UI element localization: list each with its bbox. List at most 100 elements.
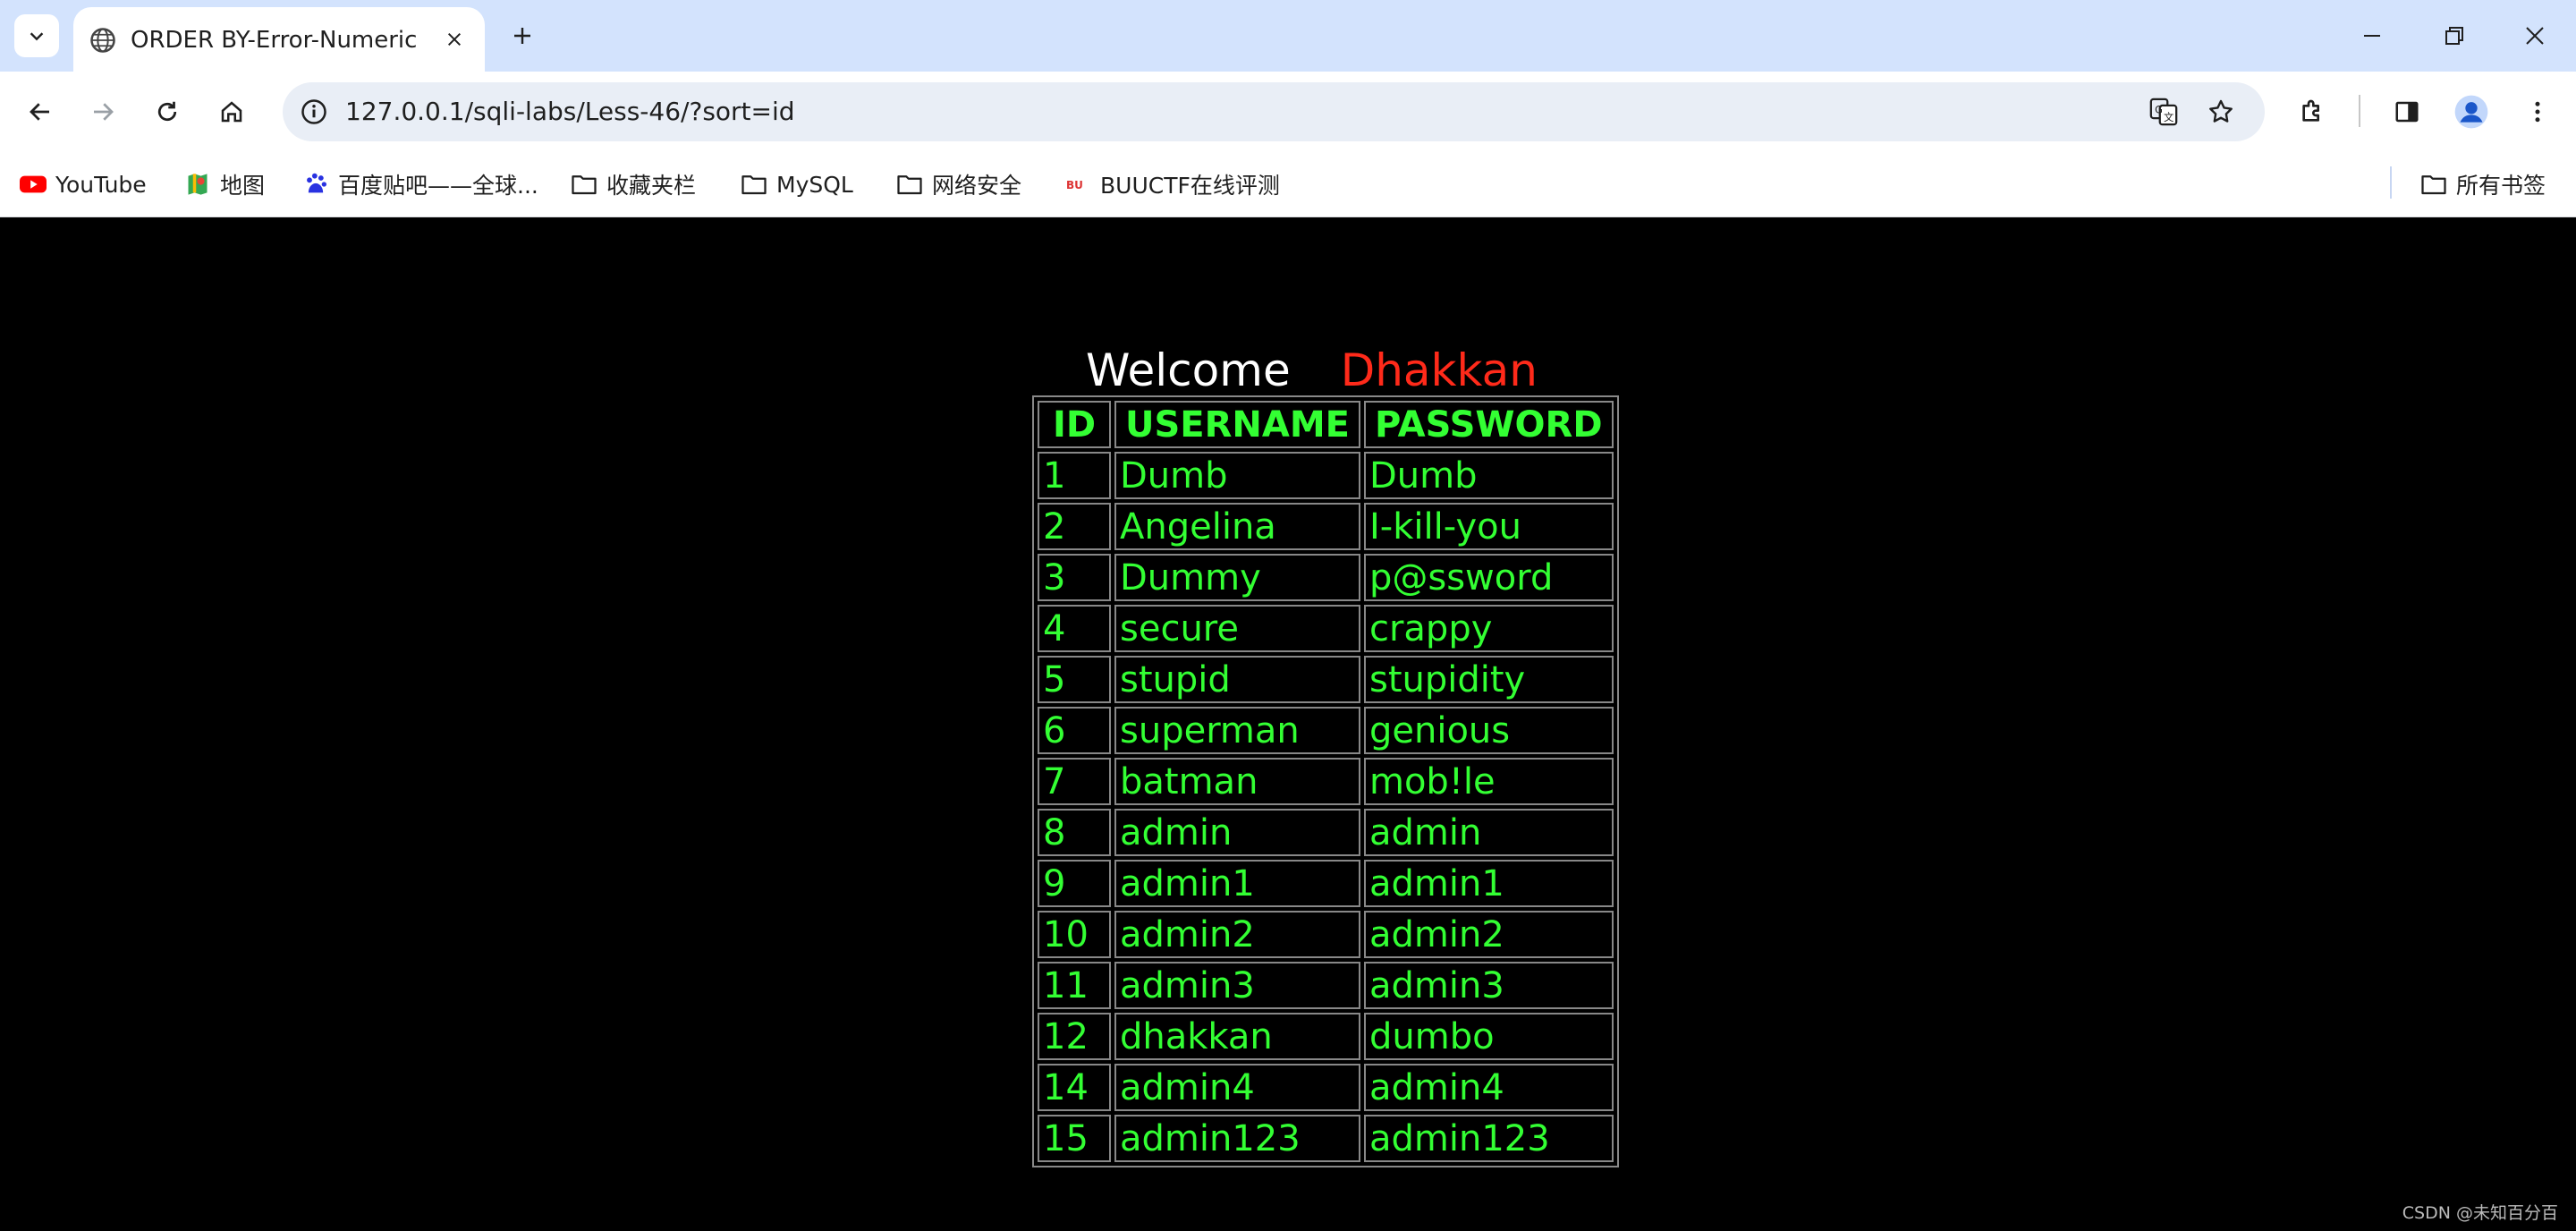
cell-id: 4 bbox=[1038, 605, 1111, 652]
cell-username: superman bbox=[1114, 707, 1360, 754]
table-row: 4 secure crappy bbox=[1038, 605, 1614, 652]
tab-strip: ORDER BY-Error-Numeric bbox=[0, 0, 2576, 72]
toolbar-divider bbox=[2359, 95, 2360, 127]
cell-password: admin bbox=[1363, 809, 1614, 856]
bookmark-label: 地图 bbox=[220, 173, 266, 199]
info-icon bbox=[301, 99, 326, 124]
user-name: Dhakkan bbox=[1340, 344, 1538, 396]
cell-id: 3 bbox=[1038, 554, 1111, 601]
cell-id: 6 bbox=[1038, 707, 1111, 754]
cell-username: Dumb bbox=[1114, 452, 1360, 499]
table-row: 8 admin admin bbox=[1038, 809, 1614, 856]
translate-button[interactable]: G文 bbox=[2143, 91, 2184, 132]
table-row: 2 Angelina I-kill-you bbox=[1038, 503, 1614, 550]
bookmark-youtube[interactable]: YouTube bbox=[20, 163, 147, 206]
chevron-down-icon bbox=[30, 32, 44, 41]
close-icon bbox=[2526, 27, 2544, 45]
table-row: 5 stupid stupidity bbox=[1038, 656, 1614, 703]
cell-id: 14 bbox=[1038, 1064, 1111, 1111]
reload-button[interactable] bbox=[145, 89, 190, 134]
table-row: 1 Dumb Dumb bbox=[1038, 452, 1614, 499]
back-button[interactable] bbox=[18, 89, 63, 134]
forward-button[interactable] bbox=[80, 89, 125, 134]
folder-icon bbox=[741, 171, 767, 198]
cell-username: admin123 bbox=[1114, 1115, 1360, 1162]
minimize-icon bbox=[2364, 35, 2380, 37]
tab-close-button[interactable] bbox=[438, 23, 470, 55]
translate-icon: G文 bbox=[2149, 98, 2178, 126]
folder-icon bbox=[2420, 171, 2447, 198]
cell-password: admin1 bbox=[1363, 860, 1614, 907]
cell-id: 9 bbox=[1038, 860, 1111, 907]
cell-username: admin2 bbox=[1114, 911, 1360, 958]
bookmark-buuctf[interactable]: BU BUUCTF在线评测 bbox=[1064, 163, 1280, 206]
welcome-text: Welcome bbox=[1086, 344, 1291, 396]
address-bar[interactable]: 127.0.0.1/sqli-labs/Less-46/?sort=id G文 bbox=[283, 82, 2265, 141]
arrow-left-icon bbox=[30, 103, 49, 121]
more-vert-icon bbox=[2535, 101, 2540, 123]
cell-username: dhakkan bbox=[1114, 1013, 1360, 1060]
site-info-button[interactable] bbox=[293, 91, 335, 132]
bookmark-label: 网络安全 bbox=[932, 173, 1022, 199]
cell-username: admin4 bbox=[1114, 1064, 1360, 1111]
bookmark-label: 收藏夹栏 bbox=[606, 173, 697, 199]
tab-search-button[interactable] bbox=[14, 14, 59, 57]
cell-password: crappy bbox=[1363, 605, 1614, 652]
table-row: 12 dhakkan dumbo bbox=[1038, 1013, 1614, 1060]
cell-username: Dummy bbox=[1114, 554, 1360, 601]
home-button[interactable] bbox=[209, 89, 254, 134]
bookmarks-divider bbox=[2390, 166, 2392, 199]
extensions-button[interactable] bbox=[2290, 89, 2334, 134]
table-row: 7 batman mob!le bbox=[1038, 758, 1614, 805]
home-icon bbox=[221, 101, 242, 123]
profile-button[interactable] bbox=[2449, 89, 2494, 134]
bookmark-label: MySQL bbox=[776, 171, 853, 198]
bookmarks-bar: YouTube 地图 百度贴吧——全球... 收藏夹栏 MySQL 网络安全 B… bbox=[0, 152, 2576, 217]
plus-icon bbox=[514, 28, 530, 44]
menu-button[interactable] bbox=[2515, 89, 2560, 134]
all-bookmarks-label: 所有书签 bbox=[2456, 173, 2546, 199]
table-row: 9 admin1 admin1 bbox=[1038, 860, 1614, 907]
bookmark-folder-mysql[interactable]: MySQL bbox=[741, 163, 853, 206]
cell-password: I-kill-you bbox=[1363, 503, 1614, 550]
header-id: ID bbox=[1038, 401, 1111, 448]
avatar-icon bbox=[2454, 95, 2488, 129]
bookmark-folder-favorites[interactable]: 收藏夹栏 bbox=[571, 163, 696, 206]
watermark: CSDN @未知百分百 bbox=[2402, 1203, 2558, 1223]
header-username: USERNAME bbox=[1114, 401, 1360, 448]
bookmark-folder-network-security[interactable]: 网络安全 bbox=[896, 163, 1021, 206]
active-tab[interactable]: ORDER BY-Error-Numeric bbox=[73, 7, 485, 72]
cell-username: Angelina bbox=[1114, 503, 1360, 550]
bookmark-label: BUUCTF在线评测 bbox=[1100, 173, 1280, 199]
side-panel-button[interactable] bbox=[2385, 89, 2429, 134]
restore-button[interactable] bbox=[2413, 0, 2496, 72]
new-tab-button[interactable] bbox=[503, 16, 542, 55]
cell-id: 8 bbox=[1038, 809, 1111, 856]
close-window-button[interactable] bbox=[2494, 0, 2576, 72]
puzzle-icon bbox=[2302, 99, 2319, 122]
bookmark-star-button[interactable] bbox=[2200, 91, 2241, 132]
cell-password: admin4 bbox=[1363, 1064, 1614, 1111]
cell-password: dumbo bbox=[1363, 1013, 1614, 1060]
cell-username: secure bbox=[1114, 605, 1360, 652]
baidu-icon bbox=[302, 171, 329, 198]
url-text[interactable]: 127.0.0.1/sqli-labs/Less-46/?sort=id bbox=[345, 97, 795, 126]
svg-text:BU: BU bbox=[1066, 179, 1083, 191]
table-row: 14 admin4 admin4 bbox=[1038, 1064, 1614, 1111]
cell-password: admin3 bbox=[1363, 962, 1614, 1009]
bookmark-label: YouTube bbox=[55, 171, 147, 198]
cell-id: 2 bbox=[1038, 503, 1111, 550]
minimize-button[interactable] bbox=[2331, 0, 2413, 72]
table-row: 10 admin2 admin2 bbox=[1038, 911, 1614, 958]
bookmark-baidu-tieba[interactable]: 百度贴吧——全球... bbox=[302, 163, 538, 206]
all-bookmarks-button[interactable]: 所有书签 bbox=[2420, 163, 2546, 206]
svg-text:G: G bbox=[2155, 103, 2163, 115]
restore-icon bbox=[2445, 27, 2463, 45]
page-content: Welcome Dhakkan ID USERNAME PASSWORD 1 Dum… bbox=[0, 217, 2576, 1231]
buuctf-icon: BU bbox=[1064, 171, 1091, 198]
bookmark-maps[interactable]: 地图 bbox=[184, 163, 265, 206]
cell-username: stupid bbox=[1114, 656, 1360, 703]
tab-title: ORDER BY-Error-Numeric bbox=[131, 27, 418, 54]
bookmark-label: 百度贴吧——全球... bbox=[338, 173, 538, 199]
table-row: 3 Dummy p@ssword bbox=[1038, 554, 1614, 601]
